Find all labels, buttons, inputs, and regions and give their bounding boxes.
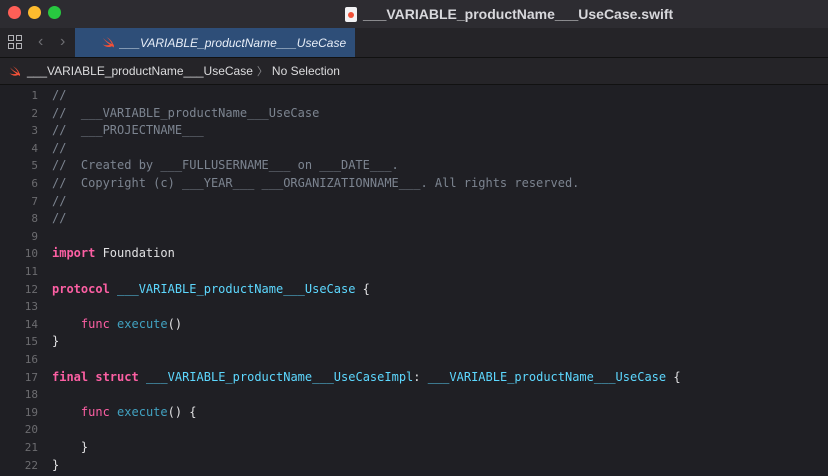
- code-line: 13: [0, 298, 828, 316]
- jumpbar-selection-item[interactable]: No Selection: [272, 64, 340, 78]
- zoom-window-button[interactable]: [48, 6, 61, 19]
- chevron-right-icon: 〉: [256, 66, 268, 78]
- line-number: 5: [31, 159, 38, 173]
- line-number: 19: [24, 405, 38, 419]
- comment: //: [52, 140, 67, 155]
- code-line: 20: [0, 421, 828, 439]
- jump-bar: ___VARIABLE_productName___UseCase 〉 No S…: [0, 58, 828, 85]
- code-line: 5 // Created by ___FULLUSERNAME___ on ___…: [0, 157, 828, 175]
- code-line: 10 import Foundation: [0, 245, 828, 263]
- line-number: 8: [31, 212, 38, 226]
- params: () {: [167, 404, 197, 419]
- keyword: import: [52, 246, 96, 261]
- line-number: 2: [31, 106, 38, 120]
- source-editor[interactable]: 1 // 2 // ___VARIABLE_productName___UseCas…: [0, 85, 828, 476]
- brace: }: [52, 457, 60, 472]
- comment: // ___VARIABLE_productName___UseCase: [52, 105, 320, 120]
- keyword: func: [80, 404, 110, 419]
- tab-usecase-file[interactable]: ___VARIABLE_productName___UseCase: [75, 28, 355, 57]
- comment: //: [52, 88, 67, 102]
- swift-file-icon: [345, 6, 357, 22]
- title-bar: ___VARIABLE_productName___UseCase.swift: [0, 0, 828, 28]
- code-line: 9: [0, 228, 828, 246]
- brace: }: [52, 334, 60, 349]
- line-number: 15: [24, 335, 38, 349]
- line-number: 17: [24, 370, 38, 384]
- code-line: 3 // ___PROJECTNAME___: [0, 122, 828, 140]
- brace: {: [666, 369, 681, 384]
- keyword: struct: [95, 369, 139, 384]
- line-number: 16: [24, 353, 38, 366]
- window-title: ___VARIABLE_productName___UseCase.swift: [363, 6, 674, 22]
- line-number: 6: [31, 177, 38, 190]
- keyword: func: [80, 316, 110, 331]
- tab-label: ___VARIABLE_productName___UseCase: [120, 35, 347, 50]
- line-number: 9: [31, 229, 38, 243]
- brace: {: [355, 281, 370, 296]
- brace: }: [52, 440, 89, 454]
- code-line: 6 // Copyright (c) ___YEAR___ ___ORGANIZA…: [0, 175, 828, 193]
- window-title-group: ___VARIABLE_productName___UseCase.swift: [345, 4, 673, 24]
- code-line: 16: [0, 351, 828, 369]
- navigate-back-icon[interactable]: ‹: [38, 33, 43, 51]
- swift-icon: [9, 65, 21, 76]
- code-line: 11: [0, 263, 828, 281]
- line-number: 12: [24, 282, 38, 296]
- code-line: 12 protocol ___VARIABLE_productName___Use…: [0, 281, 828, 299]
- line-number: 10: [24, 247, 38, 261]
- swift-icon: [102, 37, 114, 48]
- close-window-button[interactable]: [8, 6, 21, 19]
- line-number: 4: [31, 141, 38, 155]
- code-line: 21 }: [0, 439, 828, 457]
- line-number: 20: [24, 423, 38, 437]
- line-number: 18: [24, 388, 38, 402]
- code-line: 19 func execute() {: [0, 404, 828, 422]
- code-line: 7 //: [0, 193, 828, 211]
- line-number: 13: [24, 300, 38, 314]
- comment: // Copyright (c) ___YEAR___ ___ORGANIZAT…: [52, 176, 580, 190]
- params: (): [167, 316, 183, 331]
- type-name: ___VARIABLE_productName___UseCaseImpl: [145, 369, 414, 384]
- xcode-window: ___VARIABLE_productName___UseCase.swift …: [0, 0, 828, 476]
- code-line: 17 final struct ___VARIABLE_productName__…: [0, 369, 828, 387]
- line-number: 22: [24, 458, 38, 472]
- keyword: final: [52, 369, 89, 384]
- colon: :: [413, 369, 428, 384]
- code-line: 2 // ___VARIABLE_productName___UseCase: [0, 105, 828, 123]
- code-line: 8 //: [0, 210, 828, 228]
- line-number: 1: [31, 89, 38, 102]
- minimize-window-button[interactable]: [28, 6, 41, 19]
- line-number: 21: [24, 441, 38, 454]
- function-name: execute: [117, 316, 168, 331]
- code-line: 4 //: [0, 140, 828, 158]
- code-line: 22}: [0, 457, 828, 475]
- line-number: 7: [31, 194, 38, 208]
- comment: // Created by ___FULLUSERNAME___ on ___D…: [52, 158, 399, 173]
- keyword: protocol: [52, 281, 110, 296]
- jumpbar-file-item[interactable]: ___VARIABLE_productName___UseCase: [27, 64, 253, 78]
- related-items-grid-icon[interactable]: [8, 35, 22, 49]
- code-line: 1 //: [0, 87, 828, 105]
- code-line: 14 func execute(): [0, 316, 828, 334]
- line-number: 3: [31, 124, 38, 138]
- comment: //: [52, 211, 67, 226]
- comment: //: [52, 193, 67, 208]
- type-name: ___VARIABLE_productName___UseCase: [117, 281, 356, 296]
- navigate-forward-icon[interactable]: ›: [60, 33, 65, 51]
- comment: // ___PROJECTNAME___: [52, 123, 204, 138]
- function-name: execute: [117, 404, 168, 419]
- code-line: 18: [0, 386, 828, 404]
- module-name: Foundation: [95, 246, 175, 261]
- code-line: 15}: [0, 333, 828, 351]
- tab-bar: ‹ › ___VARIABLE_productName___UseCase: [0, 28, 828, 58]
- line-number: 14: [24, 317, 38, 331]
- line-number: 11: [24, 265, 38, 278]
- type-name: ___VARIABLE_productName___UseCase: [427, 369, 667, 384]
